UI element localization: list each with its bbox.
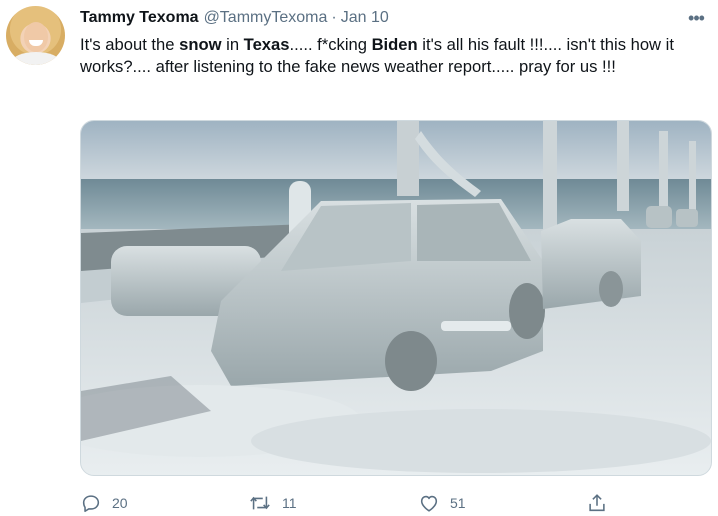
reply-count: 20 [112,495,128,511]
tweet-text: It's about the snow in Texas..... f*ckin… [80,34,712,78]
share-button[interactable] [586,492,608,514]
tweet-photo[interactable] [80,120,712,476]
like-button[interactable]: 51 [418,492,466,514]
share-icon [589,494,605,512]
tweet: Tammy Texoma @TammyTexoma · Jan 10 ••• I… [0,0,718,516]
text-segment: It's about the [80,35,180,54]
tweet-actions: 20 11 51 [80,490,712,516]
author-handle[interactable]: @TammyTexoma [204,9,328,27]
tweet-header: Tammy Texoma @TammyTexoma · Jan 10 [80,9,389,29]
avatar-face [24,22,48,52]
tweet-date[interactable]: Jan 10 [341,9,389,27]
text-segment: in [221,35,244,54]
author-display-name[interactable]: Tammy Texoma [80,9,199,27]
more-horizontal-icon[interactable]: ••• [686,8,706,28]
retweet-button[interactable]: 11 [248,492,297,514]
text-bold-snow: snow [179,35,222,54]
avatar-shoulders [12,52,60,65]
text-bold-biden: Biden [371,35,418,54]
heart-icon [420,495,438,512]
reply-icon [82,495,100,513]
like-count: 51 [450,495,466,511]
text-segment: ..... f*cking [289,35,372,54]
retweet-icon [250,496,270,510]
header-separator: · [331,9,337,26]
text-bold-texas: Texas [243,35,290,54]
retweet-count: 11 [282,495,297,511]
avatar[interactable] [6,6,65,65]
reply-button[interactable]: 20 [80,492,128,514]
frozen-cars-photo [81,121,711,475]
